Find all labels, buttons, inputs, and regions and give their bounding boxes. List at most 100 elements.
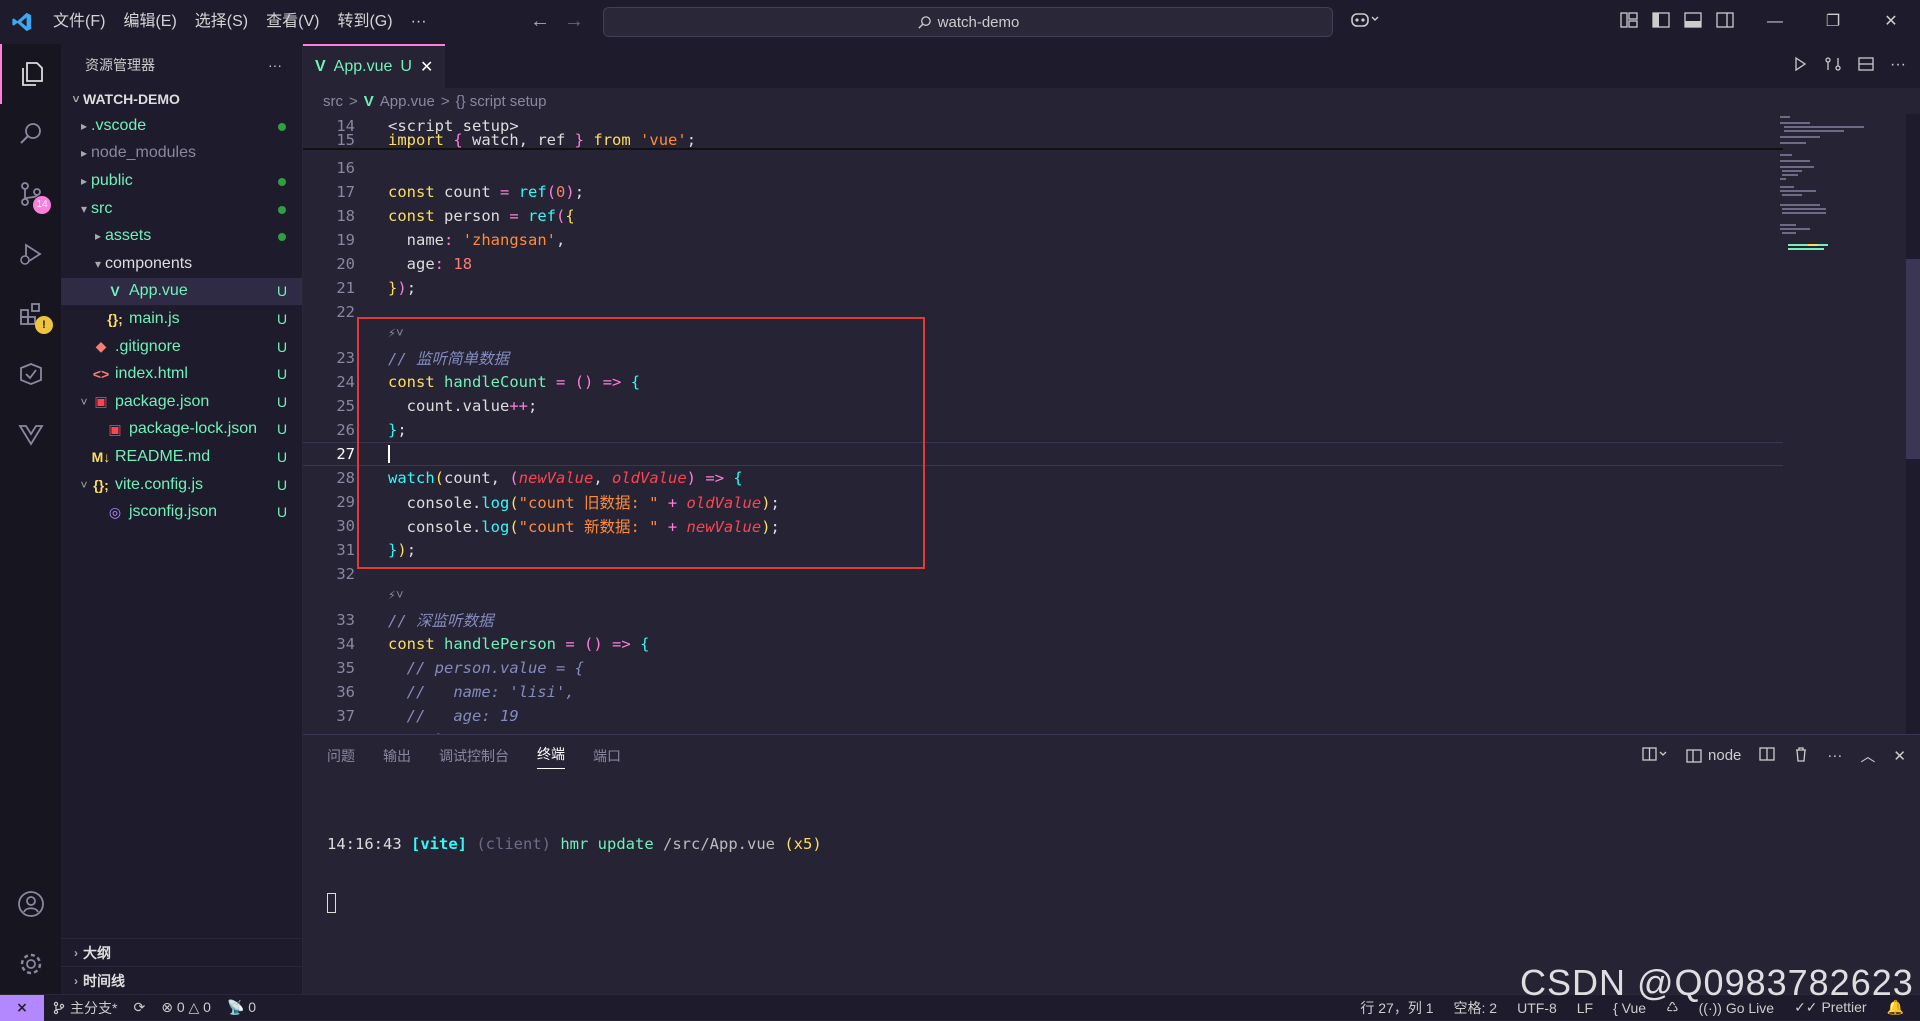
breadcrumb-folder[interactable]: src <box>323 93 343 110</box>
extensions-icon[interactable]: ! <box>0 284 61 344</box>
file-tree-label: index.html <box>115 365 188 383</box>
more-icon[interactable]: ··· <box>1827 747 1842 764</box>
workspace-root[interactable]: ˅ WATCH-DEMO <box>61 86 302 112</box>
outline-section[interactable]: › 大纲 <box>61 938 303 966</box>
file-tree-item[interactable]: ▾ components <box>61 250 302 278</box>
tab-debug-console[interactable]: 调试控制台 <box>439 746 509 766</box>
close-tab-icon[interactable]: ✕ <box>420 57 433 77</box>
file-tree-item[interactable]: <> index.html U <box>61 360 302 388</box>
vue-icon[interactable] <box>0 404 61 464</box>
workspace-root-label: WATCH-DEMO <box>83 91 180 107</box>
scrollbar-thumb[interactable] <box>1906 259 1920 459</box>
problems-status[interactable]: ⊗ 0 △ 0 <box>161 999 211 1016</box>
menu-view[interactable]: 查看(V) <box>257 0 328 44</box>
source-control-icon[interactable]: 14 <box>0 164 61 224</box>
sync-icon[interactable]: ⟳ <box>133 999 145 1016</box>
menu-file[interactable]: 文件(F) <box>44 0 114 44</box>
branch-status[interactable]: 主分支* <box>52 998 117 1018</box>
close-window-icon[interactable]: ✕ <box>1862 0 1920 44</box>
terminal-name: node <box>1708 747 1742 764</box>
cursor-position[interactable]: 行 27，列 1 <box>1360 998 1433 1018</box>
file-tree-item[interactable]: ▸ assets <box>61 222 302 250</box>
toggle-panel-icon[interactable] <box>1684 11 1702 34</box>
copilot-icon[interactable] <box>1350 10 1380 33</box>
file-tree-item[interactable]: V App.vue U <box>61 277 302 306</box>
line-number: 20 <box>336 255 355 273</box>
file-tree-item[interactable]: ▣ package-lock.json U <box>61 416 302 444</box>
tab-terminal[interactable]: 终端 <box>537 744 565 769</box>
search-view-icon[interactable] <box>0 104 61 164</box>
file-tree-item[interactable]: ▾ src <box>61 195 302 223</box>
file-tree-item[interactable]: ˅ {}; vite.config.js U <box>61 471 302 499</box>
file-type-icon: M↓ <box>91 448 111 465</box>
close-panel-icon[interactable]: ✕ <box>1893 747 1906 765</box>
run-icon[interactable] <box>1792 56 1808 77</box>
menu-more[interactable]: ··· <box>402 0 436 44</box>
terminal-selector[interactable]: node <box>1686 747 1741 764</box>
explorer-more-button[interactable]: ··· <box>268 57 282 73</box>
explorer-header: 资源管理器 ··· <box>61 44 302 86</box>
file-tree-label: public <box>91 171 133 189</box>
tab-label: App.vue <box>333 58 393 75</box>
terminal-output[interactable]: 14:16:43 [vite] (client) hmr update /src… <box>327 799 822 949</box>
file-tree-item[interactable]: ◆ .gitignore U <box>61 333 302 361</box>
file-tree-label: .gitignore <box>115 337 181 355</box>
more-actions-icon[interactable]: ··· <box>1890 56 1906 77</box>
file-tree-item[interactable]: ˅ ▣ package.json U <box>61 388 302 416</box>
indentation[interactable]: 空格: 2 <box>1454 998 1498 1018</box>
vitest-icon[interactable] <box>0 344 61 404</box>
settings-gear-icon[interactable] <box>0 934 61 994</box>
menu-selection[interactable]: 选择(S) <box>186 0 257 44</box>
trash-icon[interactable] <box>1793 746 1809 766</box>
file-tree-item[interactable]: ▸ node_modules <box>61 140 302 168</box>
minimap[interactable] <box>1778 114 1898 274</box>
split-terminal-icon[interactable] <box>1759 746 1776 766</box>
new-terminal-split-icon[interactable] <box>1642 746 1668 766</box>
file-type-icon: ▣ <box>108 420 122 437</box>
toggle-secondary-sidebar-icon[interactable] <box>1716 11 1734 34</box>
line-number: 24 <box>336 373 355 391</box>
file-tree-item[interactable]: ▸ public <box>61 167 302 195</box>
tab-problems[interactable]: 问题 <box>327 746 355 766</box>
file-tree-item[interactable]: ▸ .vscode <box>61 112 302 140</box>
codelens-icon[interactable]: ⚡˅ <box>388 588 404 608</box>
modified-dot-icon <box>278 122 286 131</box>
search-icon <box>918 15 931 29</box>
back-arrow-icon[interactable]: ← <box>530 10 550 33</box>
git-status-badge: U <box>276 283 288 300</box>
forward-arrow-icon[interactable]: → <box>564 10 584 33</box>
tab-ports[interactable]: 端口 <box>593 746 621 766</box>
ports-status[interactable]: 📡 0 <box>227 999 256 1016</box>
remote-icon[interactable]: ⨯ <box>0 994 44 1021</box>
accounts-icon[interactable] <box>0 874 61 934</box>
explorer-icon[interactable] <box>0 44 61 104</box>
breadcrumb-symbol[interactable]: {} script setup <box>456 93 547 110</box>
file-tree-item[interactable]: ◎ jsconfig.json U <box>61 498 302 526</box>
git-status-badge <box>274 118 290 134</box>
customize-layout-icon[interactable] <box>1620 11 1638 34</box>
line-number: 17 <box>336 183 355 201</box>
menu-edit[interactable]: 编辑(E) <box>114 0 185 44</box>
minimize-icon[interactable]: — <box>1746 0 1804 44</box>
git-status-badge: U <box>276 366 288 383</box>
menu-go[interactable]: 转到(G) <box>328 0 401 44</box>
maximize-panel-icon[interactable]: ︿ <box>1860 745 1875 766</box>
file-tree-label: .vscode <box>91 116 147 134</box>
run-debug-icon[interactable] <box>0 224 61 284</box>
tab-output[interactable]: 输出 <box>383 746 411 766</box>
compare-changes-icon[interactable] <box>1824 56 1842 77</box>
file-tree-item[interactable]: {}; main.js U <box>61 305 302 333</box>
timeline-section[interactable]: › 时间线 <box>61 966 303 994</box>
split-editor-icon[interactable] <box>1858 56 1874 77</box>
tab-app-vue[interactable]: V App.vue U ✕ <box>303 44 446 88</box>
chevron-icon: ▸ <box>80 173 88 188</box>
editor-scrollbar[interactable] <box>1906 114 1920 734</box>
code-line: 34 const handlePerson = () => { <box>303 632 1783 656</box>
breadcrumb-file[interactable]: App.vue <box>380 93 435 110</box>
command-center-search[interactable]: watch-demo <box>603 7 1333 37</box>
restore-icon[interactable]: ❐ <box>1804 0 1862 44</box>
explorer-title: 资源管理器 <box>85 57 155 73</box>
toggle-sidebar-icon[interactable] <box>1652 11 1670 34</box>
file-tree-item[interactable]: M↓ README.md U <box>61 443 302 471</box>
chevron-right-icon: › <box>74 973 78 988</box>
